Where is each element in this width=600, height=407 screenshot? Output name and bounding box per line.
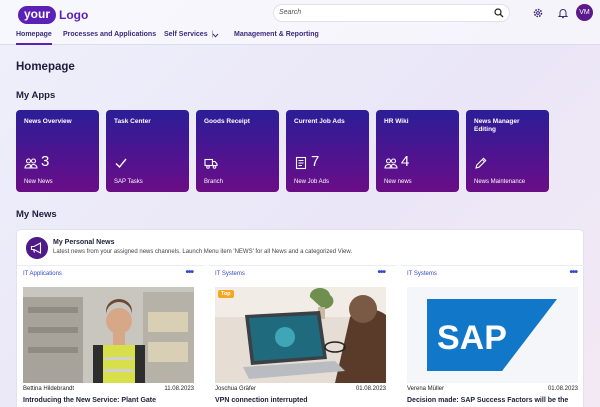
tile-count: 7 bbox=[311, 153, 320, 170]
more-options-icon[interactable]: ••• bbox=[377, 267, 385, 278]
news-date: 01.08.2023 bbox=[547, 386, 578, 392]
tile-title: HR Wiki bbox=[384, 118, 409, 125]
truck-icon bbox=[204, 158, 218, 169]
news-author: Verena Müller bbox=[407, 386, 445, 392]
tile-title: News Manager Editing bbox=[474, 118, 520, 133]
search-input[interactable]: Search bbox=[273, 4, 510, 22]
news-image-laptop: Top bbox=[215, 287, 386, 383]
tile-title: Task Center bbox=[114, 118, 151, 125]
more-options-icon[interactable]: ••• bbox=[185, 267, 193, 278]
nav-homepage[interactable]: Homepage bbox=[16, 31, 52, 45]
news-card[interactable]: IT Systems ••• SAP Verena Müller 01.08.2… bbox=[401, 265, 589, 407]
chevron-down-icon[interactable] bbox=[212, 32, 219, 39]
tile-footer: New Job Ads bbox=[294, 179, 330, 185]
news-category: IT Applications bbox=[23, 271, 62, 277]
news-date: 11.08.2023 bbox=[164, 386, 194, 392]
app-tile-news-overview[interactable]: News Overview 3 New News bbox=[16, 110, 99, 192]
main-navigation: Homepage Processes and Applications Self… bbox=[0, 29, 600, 45]
app-tile-news-manager-editing[interactable]: News Manager Editing News Maintenance bbox=[466, 110, 549, 192]
news-author: Joschua Gräfer bbox=[215, 386, 257, 392]
logo-text: Logo bbox=[59, 8, 89, 22]
tile-title: Goods Receipt bbox=[204, 118, 250, 125]
app-tile-hr-wiki[interactable]: HR Wiki 4 New news bbox=[376, 110, 459, 192]
nav-processes-applications[interactable]: Processes and Applications bbox=[63, 31, 156, 38]
nav-management-reporting[interactable]: Management & Reporting bbox=[234, 31, 319, 38]
news-image-worker bbox=[23, 287, 194, 383]
document-icon bbox=[295, 156, 307, 170]
news-header-description: Latest news from your assigned news chan… bbox=[53, 249, 352, 255]
news-panel: My Personal News Latest news from your a… bbox=[16, 229, 589, 407]
user-avatar[interactable]: VM bbox=[576, 4, 593, 21]
logo-pill: your bbox=[18, 6, 57, 24]
bell-icon[interactable] bbox=[557, 7, 569, 19]
tile-footer: News Maintenance bbox=[474, 179, 526, 185]
page-title: Homepage bbox=[16, 61, 75, 73]
sap-logo-text: SAP bbox=[437, 319, 507, 357]
tile-footer: New News bbox=[24, 179, 53, 185]
news-category: IT Systems bbox=[215, 271, 245, 277]
megaphone-icon bbox=[26, 237, 48, 259]
my-news-title: My News bbox=[16, 209, 57, 220]
people-icon bbox=[384, 158, 398, 169]
news-card[interactable]: IT Applications ••• Bettina Hildebrandt … bbox=[17, 265, 205, 407]
nav-self-services-label: Self Services bbox=[164, 31, 208, 38]
gear-icon[interactable] bbox=[532, 7, 544, 19]
people-icon bbox=[24, 158, 38, 169]
tile-count: 4 bbox=[401, 153, 410, 170]
top-bar: your Logo Search VM Homepage Processes a… bbox=[0, 0, 600, 45]
tile-footer: SAP Tasks bbox=[114, 179, 143, 185]
edit-icon bbox=[475, 157, 487, 169]
sap-logo-image: SAP bbox=[407, 287, 578, 383]
app-tile-current-job-ads[interactable]: Current Job Ads 7 New Job Ads bbox=[286, 110, 369, 192]
tile-footer: New news bbox=[384, 179, 412, 185]
company-logo[interactable]: your Logo bbox=[18, 6, 88, 24]
tile-count: 3 bbox=[41, 153, 50, 170]
search-placeholder: Search bbox=[279, 9, 302, 16]
more-options-icon[interactable]: ••• bbox=[569, 267, 577, 278]
news-date: 01.08.2023 bbox=[355, 386, 386, 392]
news-headline[interactable]: Introducing the New Service: Plant Gate bbox=[23, 397, 156, 404]
news-card[interactable]: IT Systems ••• Top Joschua Gräfer 01.08.… bbox=[209, 265, 397, 407]
news-category: IT Systems bbox=[407, 271, 437, 277]
search-icon[interactable] bbox=[494, 8, 504, 18]
top-badge: Top bbox=[218, 290, 234, 298]
app-tile-task-center[interactable]: Task Center SAP Tasks bbox=[106, 110, 189, 192]
tile-title: Current Job Ads bbox=[294, 118, 345, 125]
tile-title: News Overview bbox=[24, 118, 72, 125]
news-headline[interactable]: VPN connection interrupted bbox=[215, 397, 308, 404]
app-tile-goods-receipt[interactable]: Goods Receipt Branch bbox=[196, 110, 279, 192]
news-headline[interactable]: Decision made: SAP Success Factors will … bbox=[407, 397, 568, 404]
news-header-title: My Personal News bbox=[53, 239, 115, 246]
tile-footer: Branch bbox=[204, 179, 224, 185]
news-author: Bettina Hildebrandt bbox=[23, 386, 75, 392]
my-apps-title: My Apps bbox=[16, 90, 56, 101]
nav-self-services[interactable]: Self Services | bbox=[164, 31, 219, 38]
check-icon bbox=[115, 158, 127, 169]
